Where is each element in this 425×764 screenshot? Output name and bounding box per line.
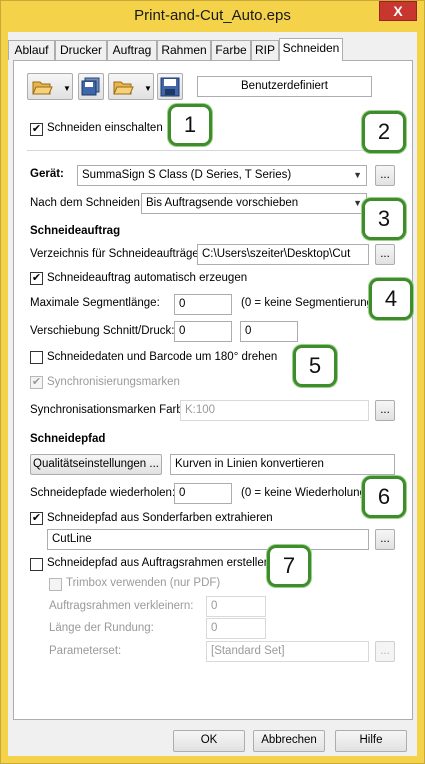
spot-color-label: Schneidepfad aus Sonderfarben extrahiere… xyxy=(47,512,273,524)
save-preset-button[interactable] xyxy=(157,73,183,100)
save-multi-button[interactable] xyxy=(78,73,104,100)
title-bar: Print-and-Cut_Auto.eps X xyxy=(0,0,425,32)
repeat-label: Schneidepfade wiederholen: xyxy=(30,487,176,499)
auto-cut-job-label: Schneideauftrag automatisch erzeugen xyxy=(47,272,248,284)
cut-job-heading: Schneideauftrag xyxy=(30,225,121,237)
paramset-label: Parameterset: xyxy=(49,645,122,657)
folder-icon xyxy=(113,81,134,95)
frame-path-checkbox[interactable] xyxy=(30,558,43,571)
divider xyxy=(27,150,395,151)
device-value: SummaSign S Class (D Series, T Series) xyxy=(82,169,292,181)
rounding-label: Länge der Rundung: xyxy=(49,622,154,634)
tab-rip[interactable]: RIP xyxy=(251,40,279,60)
shrink-label: Auftragsrahmen verkleinern: xyxy=(49,600,194,612)
max-segment-input[interactable]: 0 xyxy=(174,294,232,315)
chevron-down-icon: ▼ xyxy=(353,198,362,208)
paramset-button[interactable]: ... xyxy=(375,641,395,662)
callout-6: 6 xyxy=(362,476,406,518)
repeat-input[interactable]: 0 xyxy=(174,483,232,504)
callout-1: 1 xyxy=(168,104,212,146)
offset-y-input[interactable]: 0 xyxy=(240,321,298,342)
tab-schneiden[interactable]: Schneiden xyxy=(279,38,343,61)
max-segment-hint: (0 = keine Segmentierung) xyxy=(241,297,377,309)
spot-color-checkbox[interactable]: ✔ xyxy=(30,512,43,525)
sync-color-input[interactable]: K:100 xyxy=(180,400,369,421)
shrink-input[interactable]: 0 xyxy=(206,596,266,617)
frame-path-label: Schneidepfad aus Auftragsrahmen erstelle… xyxy=(47,557,271,569)
cut-folder-label: Verzeichnis für Schneideaufträge: xyxy=(30,248,202,260)
rounding-input[interactable]: 0 xyxy=(206,618,266,639)
sync-marks-label: Synchronisierungsmarken xyxy=(47,376,180,388)
offset-x-input[interactable]: 0 xyxy=(174,321,232,342)
callout-4: 4 xyxy=(369,278,413,320)
browse-folder-button[interactable]: ... xyxy=(375,244,395,265)
help-button[interactable]: Hilfe xyxy=(335,730,407,752)
callout-2: 2 xyxy=(362,111,406,153)
callout-7: 7 xyxy=(267,545,311,587)
tab-drucker[interactable]: Drucker xyxy=(55,40,107,60)
folder-open-icon xyxy=(32,81,53,95)
rotate-180-label: Schneidedaten und Barcode um 180° drehen xyxy=(47,351,278,363)
device-settings-button[interactable]: ... xyxy=(375,165,395,186)
save-all-icon xyxy=(81,77,100,96)
after-cut-select[interactable]: Bis Auftragsende vorschieben ▼ xyxy=(141,193,367,214)
close-button[interactable]: X xyxy=(379,1,417,21)
device-select[interactable]: SummaSign S Class (D Series, T Series) ▼ xyxy=(77,165,367,186)
quality-settings-button[interactable]: Qualitätseinstellungen ... xyxy=(30,454,162,475)
sync-color-button[interactable]: ... xyxy=(375,400,395,421)
chevron-down-icon: ▼ xyxy=(353,170,362,180)
save-icon xyxy=(160,77,180,97)
rotate-180-checkbox[interactable] xyxy=(30,351,43,364)
trimbox-label: Trimbox verwenden (nur PDF) xyxy=(66,577,221,589)
tab-rahmen[interactable]: Rahmen xyxy=(157,40,211,60)
preset-name-field[interactable]: Benutzerdefiniert xyxy=(197,76,372,97)
sync-color-label: Synchronisationsmarken Farbe xyxy=(30,404,190,416)
enable-cut-label: Schneiden einschalten xyxy=(47,122,163,134)
open-preset-button[interactable]: ▼ xyxy=(108,73,154,100)
cut-path-heading: Schneidepfad xyxy=(30,433,106,445)
after-cut-label: Nach dem Schneiden: xyxy=(30,197,144,209)
spot-color-input[interactable]: CutLine xyxy=(47,529,369,550)
trimbox-checkbox[interactable] xyxy=(49,578,62,591)
cancel-button[interactable]: Abbrechen xyxy=(253,730,325,752)
max-segment-label: Maximale Segmentlänge: xyxy=(30,297,160,309)
after-cut-value: Bis Auftragsende vorschieben xyxy=(146,197,299,209)
tab-auftrag[interactable]: Auftrag xyxy=(107,40,157,60)
window-title: Print-and-Cut_Auto.eps xyxy=(134,7,291,24)
cut-folder-input[interactable]: C:\Users\szeiter\Desktop\Cut xyxy=(197,244,369,265)
callout-3: 3 xyxy=(362,198,406,240)
chevron-down-icon: ▼ xyxy=(63,84,71,93)
offset-label: Verschiebung Schnitt/Druck: xyxy=(30,325,175,337)
load-preset-button[interactable]: ▼ xyxy=(27,73,73,100)
chevron-down-icon: ▼ xyxy=(144,84,152,93)
tab-farbe[interactable]: Farbe xyxy=(211,40,251,60)
sync-marks-checkbox[interactable]: ✔ xyxy=(30,376,43,389)
device-label: Gerät: xyxy=(30,168,64,180)
spot-color-button[interactable]: ... xyxy=(375,529,395,550)
auto-cut-job-checkbox[interactable]: ✔ xyxy=(30,272,43,285)
callout-5: 5 xyxy=(293,345,337,387)
paramset-input[interactable]: [Standard Set] xyxy=(206,641,369,662)
tab-ablauf[interactable]: Ablauf xyxy=(8,40,55,60)
convert-mode-field[interactable]: Kurven in Linien konvertieren xyxy=(170,454,395,475)
enable-cut-checkbox[interactable]: ✔ xyxy=(30,123,43,136)
ok-button[interactable]: OK xyxy=(173,730,245,752)
repeat-hint: (0 = keine Wiederholung) xyxy=(241,487,370,499)
